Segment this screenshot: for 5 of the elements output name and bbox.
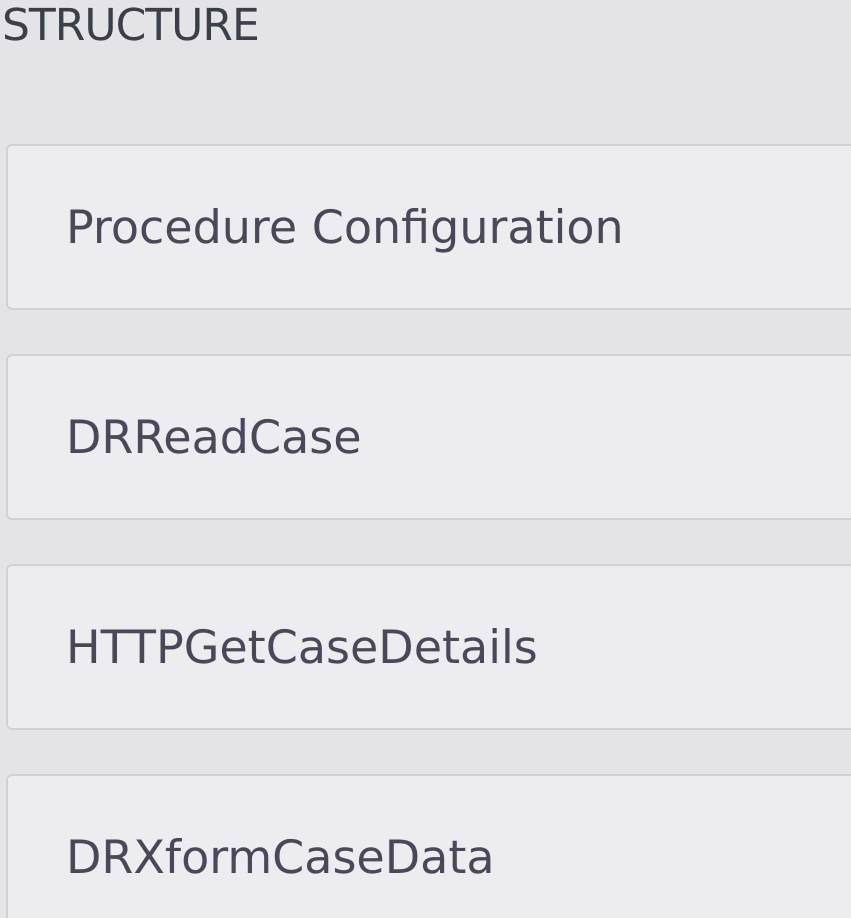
step-item[interactable]: DRReadCase	[6, 354, 851, 520]
step-item[interactable]: Procedure Configuration	[6, 144, 851, 310]
step-item[interactable]: HTTPGetCaseDetails	[6, 564, 851, 730]
step-item[interactable]: DRXformCaseData	[6, 774, 851, 918]
section-title: STRUCTURE	[1, 0, 260, 52]
